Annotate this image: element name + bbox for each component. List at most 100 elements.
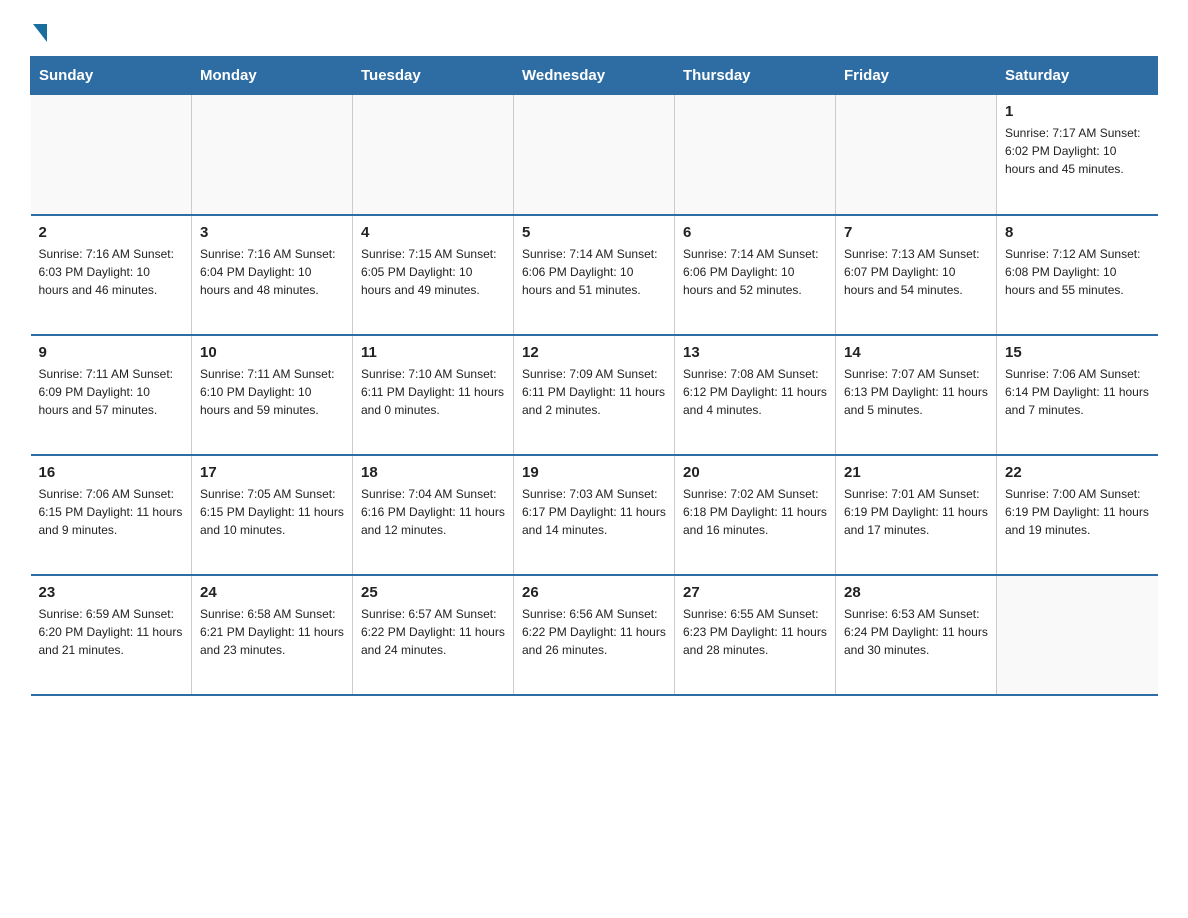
day-number: 15: [1005, 344, 1150, 361]
calendar-cell: 3 Sunrise: 7:16 AM Sunset: 6:04 PM Daylig…: [192, 215, 353, 335]
day-number: 23: [39, 584, 184, 601]
calendar-cell: [31, 95, 192, 215]
day-info: Sunrise: 7:02 AM Sunset: 6:18 PM Dayligh…: [683, 485, 827, 539]
day-number: 21: [844, 464, 988, 481]
day-info: Sunrise: 7:01 AM Sunset: 6:19 PM Dayligh…: [844, 485, 988, 539]
day-info: Sunrise: 7:06 AM Sunset: 6:15 PM Dayligh…: [39, 485, 184, 539]
day-info: Sunrise: 7:00 AM Sunset: 6:19 PM Dayligh…: [1005, 485, 1150, 539]
calendar-cell: [353, 95, 514, 215]
day-number: 8: [1005, 224, 1150, 241]
calendar-cell: 15 Sunrise: 7:06 AM Sunset: 6:14 PM Dayli…: [997, 335, 1158, 455]
calendar-cell: 12 Sunrise: 7:09 AM Sunset: 6:11 PM Dayli…: [514, 335, 675, 455]
day-number: 27: [683, 584, 827, 601]
calendar-cell: 14 Sunrise: 7:07 AM Sunset: 6:13 PM Dayli…: [836, 335, 997, 455]
day-number: 25: [361, 584, 505, 601]
day-number: 13: [683, 344, 827, 361]
day-number: 14: [844, 344, 988, 361]
calendar-cell: 28 Sunrise: 6:53 AM Sunset: 6:24 PM Dayli…: [836, 575, 997, 695]
day-info: Sunrise: 7:03 AM Sunset: 6:17 PM Dayligh…: [522, 485, 666, 539]
calendar-cell: 10Sunrise: 7:11 AM Sunset: 6:10 PM Dayli…: [192, 335, 353, 455]
day-number: 26: [522, 584, 666, 601]
day-number: 6: [683, 224, 827, 241]
day-info: Sunrise: 7:14 AM Sunset: 6:06 PM Dayligh…: [683, 245, 827, 299]
day-info: Sunrise: 7:13 AM Sunset: 6:07 PM Dayligh…: [844, 245, 988, 299]
calendar-cell: 17 Sunrise: 7:05 AM Sunset: 6:15 PM Dayli…: [192, 455, 353, 575]
calendar-cell: 27 Sunrise: 6:55 AM Sunset: 6:23 PM Dayli…: [675, 575, 836, 695]
day-number: 28: [844, 584, 988, 601]
calendar-week-row: 23Sunrise: 6:59 AM Sunset: 6:20 PM Dayli…: [31, 575, 1158, 695]
day-number: 9: [39, 344, 184, 361]
calendar-week-row: 2 Sunrise: 7:16 AM Sunset: 6:03 PM Daylig…: [31, 215, 1158, 335]
day-number: 11: [361, 344, 505, 361]
calendar-cell: 2 Sunrise: 7:16 AM Sunset: 6:03 PM Daylig…: [31, 215, 192, 335]
calendar-cell: [192, 95, 353, 215]
day-info: Sunrise: 7:17 AM Sunset: 6:02 PM Dayligh…: [1005, 124, 1150, 178]
day-number: 18: [361, 464, 505, 481]
day-info: Sunrise: 6:57 AM Sunset: 6:22 PM Dayligh…: [361, 605, 505, 659]
day-info: Sunrise: 7:15 AM Sunset: 6:05 PM Dayligh…: [361, 245, 505, 299]
logo-arrow-icon: [33, 24, 47, 42]
calendar-cell: 22 Sunrise: 7:00 AM Sunset: 6:19 PM Dayli…: [997, 455, 1158, 575]
day-info: Sunrise: 7:16 AM Sunset: 6:04 PM Dayligh…: [200, 245, 344, 299]
calendar-cell: 25 Sunrise: 6:57 AM Sunset: 6:22 PM Dayli…: [353, 575, 514, 695]
calendar-week-row: 1 Sunrise: 7:17 AM Sunset: 6:02 PM Daylig…: [31, 95, 1158, 215]
calendar-cell: 4 Sunrise: 7:15 AM Sunset: 6:05 PM Daylig…: [353, 215, 514, 335]
calendar-table: SundayMondayTuesdayWednesdayThursdayFrid…: [30, 56, 1158, 696]
day-number: 20: [683, 464, 827, 481]
calendar-cell: 11Sunrise: 7:10 AM Sunset: 6:11 PM Dayli…: [353, 335, 514, 455]
day-info: Sunrise: 7:08 AM Sunset: 6:12 PM Dayligh…: [683, 365, 827, 419]
day-number: 22: [1005, 464, 1150, 481]
day-info: Sunrise: 6:56 AM Sunset: 6:22 PM Dayligh…: [522, 605, 666, 659]
day-info: Sunrise: 7:11 AM Sunset: 6:09 PM Dayligh…: [39, 365, 184, 419]
calendar-cell: 8 Sunrise: 7:12 AM Sunset: 6:08 PM Daylig…: [997, 215, 1158, 335]
column-header-tuesday: Tuesday: [353, 57, 514, 95]
day-number: 2: [39, 224, 184, 241]
day-info: Sunrise: 7:14 AM Sunset: 6:06 PM Dayligh…: [522, 245, 666, 299]
calendar-cell: [675, 95, 836, 215]
day-number: 19: [522, 464, 666, 481]
day-info: Sunrise: 7:06 AM Sunset: 6:14 PM Dayligh…: [1005, 365, 1150, 419]
calendar-cell: 23Sunrise: 6:59 AM Sunset: 6:20 PM Dayli…: [31, 575, 192, 695]
column-header-friday: Friday: [836, 57, 997, 95]
day-info: Sunrise: 6:58 AM Sunset: 6:21 PM Dayligh…: [200, 605, 344, 659]
calendar-cell: 20 Sunrise: 7:02 AM Sunset: 6:18 PM Dayli…: [675, 455, 836, 575]
calendar-cell: 7Sunrise: 7:13 AM Sunset: 6:07 PM Daylig…: [836, 215, 997, 335]
day-info: Sunrise: 7:07 AM Sunset: 6:13 PM Dayligh…: [844, 365, 988, 419]
day-number: 12: [522, 344, 666, 361]
calendar-cell: [997, 575, 1158, 695]
page-header: [30, 20, 1158, 40]
day-number: 1: [1005, 103, 1150, 120]
calendar-week-row: 16 Sunrise: 7:06 AM Sunset: 6:15 PM Dayli…: [31, 455, 1158, 575]
calendar-cell: 24Sunrise: 6:58 AM Sunset: 6:21 PM Dayli…: [192, 575, 353, 695]
calendar-cell: 19 Sunrise: 7:03 AM Sunset: 6:17 PM Dayli…: [514, 455, 675, 575]
day-number: 3: [200, 224, 344, 241]
day-info: Sunrise: 6:55 AM Sunset: 6:23 PM Dayligh…: [683, 605, 827, 659]
day-number: 4: [361, 224, 505, 241]
column-header-sunday: Sunday: [31, 57, 192, 95]
calendar-header-row: SundayMondayTuesdayWednesdayThursdayFrid…: [31, 57, 1158, 95]
calendar-cell: [836, 95, 997, 215]
day-number: 17: [200, 464, 344, 481]
calendar-cell: 16 Sunrise: 7:06 AM Sunset: 6:15 PM Dayli…: [31, 455, 192, 575]
day-number: 16: [39, 464, 184, 481]
calendar-cell: 5Sunrise: 7:14 AM Sunset: 6:06 PM Daylig…: [514, 215, 675, 335]
day-info: Sunrise: 6:53 AM Sunset: 6:24 PM Dayligh…: [844, 605, 988, 659]
column-header-wednesday: Wednesday: [514, 57, 675, 95]
day-info: Sunrise: 7:16 AM Sunset: 6:03 PM Dayligh…: [39, 245, 184, 299]
day-info: Sunrise: 7:09 AM Sunset: 6:11 PM Dayligh…: [522, 365, 666, 419]
calendar-cell: 6 Sunrise: 7:14 AM Sunset: 6:06 PM Daylig…: [675, 215, 836, 335]
calendar-week-row: 9 Sunrise: 7:11 AM Sunset: 6:09 PM Daylig…: [31, 335, 1158, 455]
calendar-cell: 21 Sunrise: 7:01 AM Sunset: 6:19 PM Dayli…: [836, 455, 997, 575]
day-info: Sunrise: 7:11 AM Sunset: 6:10 PM Dayligh…: [200, 365, 344, 419]
calendar-cell: 13 Sunrise: 7:08 AM Sunset: 6:12 PM Dayli…: [675, 335, 836, 455]
calendar-cell: 18 Sunrise: 7:04 AM Sunset: 6:16 PM Dayli…: [353, 455, 514, 575]
column-header-monday: Monday: [192, 57, 353, 95]
day-info: Sunrise: 7:04 AM Sunset: 6:16 PM Dayligh…: [361, 485, 505, 539]
column-header-thursday: Thursday: [675, 57, 836, 95]
calendar-cell: 26 Sunrise: 6:56 AM Sunset: 6:22 PM Dayli…: [514, 575, 675, 695]
column-header-saturday: Saturday: [997, 57, 1158, 95]
day-info: Sunrise: 7:12 AM Sunset: 6:08 PM Dayligh…: [1005, 245, 1150, 299]
logo: [30, 20, 47, 40]
calendar-cell: [514, 95, 675, 215]
day-info: Sunrise: 7:05 AM Sunset: 6:15 PM Dayligh…: [200, 485, 344, 539]
